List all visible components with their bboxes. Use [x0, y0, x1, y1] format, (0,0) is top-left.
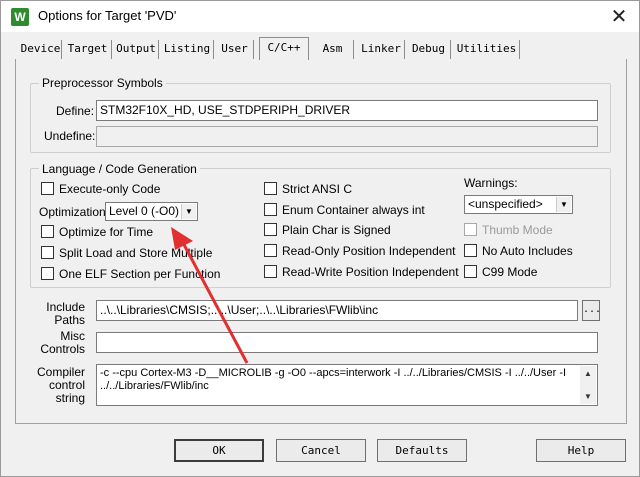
scroll-down-icon[interactable]: ▼: [580, 390, 596, 403]
strict-ansi-checkbox[interactable]: [264, 182, 277, 195]
define-label: Define:: [56, 104, 95, 118]
warnings-label: Warnings:: [464, 176, 518, 190]
rw-position-checkbox[interactable]: [264, 265, 277, 278]
define-field[interactable]: STM32F10X_HD, USE_STDPERIPH_DRIVER: [96, 100, 598, 121]
tab-asm[interactable]: Asm: [312, 40, 354, 59]
compiler-scrollbar[interactable]: ▲ ▼: [580, 366, 596, 404]
include-browse-button[interactable]: ...: [582, 300, 601, 321]
chevron-down-icon[interactable]: ▼: [556, 197, 571, 212]
preprocessor-group-label: Preprocessor Symbols: [39, 76, 166, 90]
strict-ansi-label: Strict ANSI C: [282, 182, 353, 196]
tab-user[interactable]: User: [216, 40, 254, 59]
optimization-label: Optimization:: [39, 205, 110, 219]
window-title: Options for Target 'PVD': [38, 8, 177, 23]
optimize-time-checkbox[interactable]: [41, 225, 54, 238]
one-elf-label: One ELF Section per Function: [59, 267, 221, 281]
tab-listing[interactable]: Listing: [161, 40, 214, 59]
misc-controls-field[interactable]: [96, 332, 598, 353]
enum-container-label: Enum Container always int: [282, 203, 425, 217]
warnings-value: <unspecified>: [468, 197, 543, 211]
warnings-select[interactable]: <unspecified> ▼: [464, 195, 573, 214]
language-group-label: Language / Code Generation: [39, 162, 200, 176]
chevron-down-icon[interactable]: ▼: [181, 204, 196, 219]
plain-char-label: Plain Char is Signed: [282, 223, 391, 237]
c99-mode-label: C99 Mode: [482, 265, 538, 279]
scroll-up-icon[interactable]: ▲: [580, 367, 596, 380]
keil-app-icon: W: [11, 8, 29, 26]
undefine-label: Undefine:: [44, 129, 96, 143]
optimization-select[interactable]: Level 0 (-O0) ▼: [105, 202, 198, 221]
cancel-button[interactable]: Cancel: [276, 439, 366, 462]
rw-position-label: Read-Write Position Independent: [282, 265, 459, 279]
help-button[interactable]: Help: [536, 439, 626, 462]
tab-debug[interactable]: Debug: [407, 40, 451, 59]
include-paths-field[interactable]: ..\..\Libraries\CMSIS;..\..\User;..\..\L…: [96, 300, 578, 321]
title-bar: W Options for Target 'PVD' ✕: [1, 1, 639, 32]
no-auto-includes-checkbox[interactable]: [464, 244, 477, 257]
plain-char-checkbox[interactable]: [264, 223, 277, 236]
ro-position-checkbox[interactable]: [264, 244, 277, 257]
no-auto-includes-label: No Auto Includes: [482, 244, 573, 258]
options-dialog: W Options for Target 'PVD' ✕ Device Targ…: [0, 0, 640, 477]
close-icon[interactable]: ✕: [605, 3, 633, 29]
undefine-field[interactable]: [96, 126, 598, 147]
optimize-time-label: Optimize for Time: [59, 225, 154, 239]
compiler-control-text: -c --cpu Cortex-M3 -D__MICROLIB -g -O0 -…: [100, 367, 567, 392]
execute-only-label: Execute-only Code: [59, 182, 161, 196]
misc-controls-label: Misc Controls: [40, 329, 85, 356]
one-elf-checkbox[interactable]: [41, 267, 54, 280]
optimization-value: Level 0 (-O0): [109, 204, 180, 218]
enum-container-checkbox[interactable]: [264, 203, 277, 216]
thumb-mode-label: Thumb Mode: [482, 223, 553, 237]
compiler-control-label: Compiler control string: [36, 365, 85, 405]
split-load-checkbox[interactable]: [41, 246, 54, 259]
ro-position-label: Read-Only Position Independent: [282, 244, 456, 258]
tab-utilities[interactable]: Utilities: [454, 40, 520, 59]
ok-button[interactable]: OK: [174, 439, 264, 462]
defaults-button[interactable]: Defaults: [377, 439, 467, 462]
include-paths-label: Include Paths: [46, 300, 85, 327]
execute-only-checkbox[interactable]: [41, 182, 54, 195]
tab-device[interactable]: Device: [20, 40, 62, 59]
thumb-mode-checkbox[interactable]: [464, 223, 477, 236]
c99-mode-checkbox[interactable]: [464, 265, 477, 278]
compiler-control-string[interactable]: -c --cpu Cortex-M3 -D__MICROLIB -g -O0 -…: [96, 364, 598, 406]
tab-target[interactable]: Target: [64, 40, 112, 59]
tab-output[interactable]: Output: [114, 40, 159, 59]
tab-c-cpp[interactable]: C/C++: [259, 37, 309, 60]
tab-linker[interactable]: Linker: [358, 40, 405, 59]
split-load-label: Split Load and Store Multiple: [59, 246, 213, 260]
